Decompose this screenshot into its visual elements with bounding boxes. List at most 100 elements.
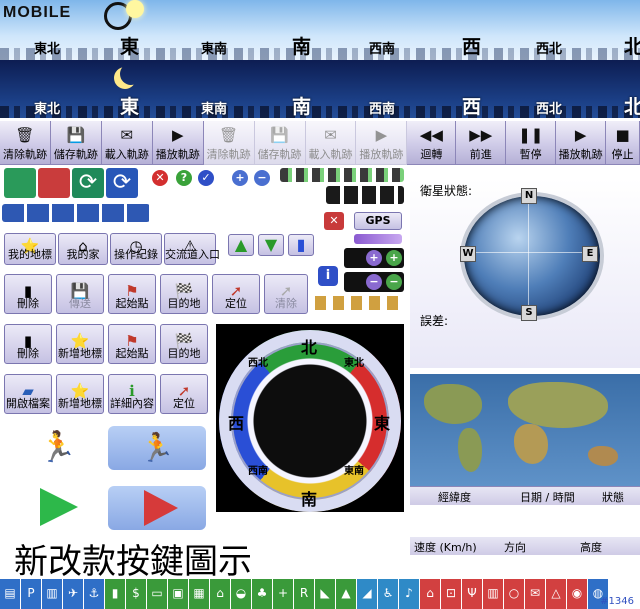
boat-icon[interactable]: ◣: [315, 579, 336, 609]
down-arrow-icon[interactable]: ▼: [258, 234, 284, 256]
up-arrow-icon[interactable]: ▲: [228, 234, 254, 256]
track-toolbar: 🗑 清除軌跡 💾 儲存軌跡 ✉ 載入軌跡 ▶ 播放軌跡 🗑 清除軌跡 💾 儲存軌跡 ✉ 載入軌…: [0, 121, 640, 165]
destination-button[interactable]: 🏁 目的地: [160, 274, 208, 314]
open-file-button[interactable]: ▰ 開啟檔案: [4, 374, 52, 414]
refresh-green-icon[interactable]: ⟳: [72, 168, 104, 198]
route-right-icon[interactable]: [38, 168, 70, 198]
airport-icon[interactable]: ✈: [63, 579, 84, 609]
destination-button-2[interactable]: 🏁 目的地: [160, 324, 208, 364]
delete-button-2[interactable]: ▮ 刪除: [4, 324, 52, 364]
compass-north: 北: [301, 338, 318, 357]
dollar-icon[interactable]: $: [126, 579, 147, 609]
add-landmark-button-2[interactable]: ⭐ 新增地標: [56, 374, 104, 414]
exit-green-icon[interactable]: 🏃: [36, 428, 80, 468]
header-datetime: 日期 / 時間: [520, 491, 575, 504]
brand-logo: MOBILE: [3, 4, 72, 21]
my-landmarks-button[interactable]: ⭐ 我的地標: [4, 233, 56, 265]
printer-icon[interactable]: ▤: [0, 579, 21, 609]
turn-arrows-strip[interactable]: [2, 204, 150, 222]
close-icon[interactable]: ✕: [152, 170, 168, 186]
gps-button[interactable]: GPS: [354, 212, 402, 230]
my-home-button[interactable]: ⌂ 我的家: [58, 233, 108, 265]
triangle-icon[interactable]: △: [546, 579, 567, 609]
hospital-icon[interactable]: +: [273, 579, 294, 609]
play-track-button[interactable]: ▶ 播放軌跡: [152, 121, 204, 165]
stop-button[interactable]: ■ 停止: [606, 121, 640, 165]
house-icon[interactable]: ⌂: [420, 579, 441, 609]
zoom-plus-green-icon[interactable]: +: [386, 250, 402, 266]
zoom-minus-icon[interactable]: −: [366, 274, 382, 290]
zoom-plus-icon[interactable]: +: [366, 250, 382, 266]
mail-icon[interactable]: ✉: [525, 579, 546, 609]
road-icon[interactable]: ◢: [357, 579, 378, 609]
rewind-button[interactable]: ◀◀ 迴轉: [407, 121, 457, 165]
operation-log-button[interactable]: ◷ 操作紀錄: [110, 233, 162, 265]
anchor-icon[interactable]: ⚓: [84, 579, 105, 609]
mountain-icon[interactable]: ▲: [336, 579, 357, 609]
fork-icon[interactable]: Ψ: [462, 579, 483, 609]
play-button[interactable]: ▶ 播放軌跡: [556, 121, 607, 165]
refresh-red-icon[interactable]: ⟳: [106, 168, 138, 198]
search-tools-strip[interactable]: [312, 296, 404, 310]
music-icon[interactable]: ♪: [399, 579, 420, 609]
interchange-entrance-button[interactable]: ⚠ 交流道入口: [164, 233, 220, 265]
house-shape-icons[interactable]: [326, 186, 404, 204]
info-icon[interactable]: i: [318, 266, 338, 286]
book-icon[interactable]: ▦: [189, 579, 210, 609]
clear-button[interactable]: ➚ 清除: [264, 274, 308, 314]
play-green-icon[interactable]: [40, 488, 78, 526]
save-track-button[interactable]: 💾 儲存軌跡: [50, 121, 102, 165]
tower-icon[interactable]: ▮: [105, 579, 126, 609]
load-track-button[interactable]: ✉ 載入軌跡: [101, 121, 153, 165]
night-label-nw: 西北: [536, 102, 563, 117]
bank-icon[interactable]: ⌂: [210, 579, 231, 609]
database-icon[interactable]: ▮: [288, 234, 314, 256]
battery-icon: [354, 234, 402, 244]
start-point-button-2[interactable]: ⚑ 起始點: [108, 324, 156, 364]
save-track-button-disabled[interactable]: 💾 儲存軌跡: [254, 121, 306, 165]
details-button[interactable]: ℹ 詳細內容: [108, 374, 156, 414]
add-landmark-button[interactable]: ⭐ 新增地標: [56, 324, 104, 364]
start-point-button[interactable]: ⚑ 起始點: [108, 274, 156, 314]
load-icon: ✉: [324, 126, 337, 144]
check-icon[interactable]: ✓: [198, 170, 214, 186]
locate-button-2[interactable]: ➚ 定位: [160, 374, 208, 414]
route-left-icon[interactable]: [4, 168, 36, 198]
load-track-button-disabled[interactable]: ✉ 載入軌跡: [305, 121, 357, 165]
cart-icon[interactable]: ⊡: [441, 579, 462, 609]
delete-button[interactable]: ▮ 刪除: [4, 274, 52, 314]
header-speed: 速度 (Km/h): [414, 541, 477, 554]
night-label-ne: 東北: [34, 102, 61, 117]
pause-button[interactable]: ❚❚ 暫停: [506, 121, 557, 165]
cardinal-n: N: [521, 188, 537, 204]
restaurant-icon[interactable]: R: [294, 579, 315, 609]
car-icon[interactable]: ◒: [231, 579, 252, 609]
header-altitude: 高度: [580, 541, 602, 554]
gps-off-icon[interactable]: ✕: [324, 212, 344, 230]
world-map[interactable]: [410, 374, 640, 486]
clear-track-button[interactable]: 🗑 清除軌跡: [0, 121, 51, 165]
gas-icon[interactable]: ◉: [567, 579, 588, 609]
shop-icon[interactable]: ▥: [483, 579, 504, 609]
tree-icon[interactable]: ♣: [252, 579, 273, 609]
wheelchair-icon[interactable]: ♿: [378, 579, 399, 609]
land-australia: [588, 446, 618, 466]
bus-icon[interactable]: ▭: [147, 579, 168, 609]
building-icon[interactable]: ▥: [42, 579, 63, 609]
send-button[interactable]: 💾 傳送: [56, 274, 104, 314]
play-red-button[interactable]: [108, 486, 206, 530]
ring-icon[interactable]: ○: [504, 579, 525, 609]
play-track-button-disabled[interactable]: ▶ 播放軌跡: [356, 121, 408, 165]
parking-icon[interactable]: P: [21, 579, 42, 609]
help-icon[interactable]: ?: [176, 170, 192, 186]
locate-button[interactable]: ➚ 定位: [212, 274, 260, 314]
clear-track-button-disabled[interactable]: 🗑 清除軌跡: [203, 121, 255, 165]
zoom-minus-green-icon[interactable]: −: [386, 274, 402, 290]
day-label-n: 北: [624, 36, 640, 58]
zoom-in-globe-icon[interactable]: +: [232, 170, 248, 186]
zoom-out-globe-icon[interactable]: −: [254, 170, 270, 186]
day-label-s: 南: [292, 36, 312, 58]
forward-button[interactable]: ▶▶ 前進: [456, 121, 507, 165]
train-icon[interactable]: ▣: [168, 579, 189, 609]
exit-red-button[interactable]: 🏃: [108, 426, 206, 470]
